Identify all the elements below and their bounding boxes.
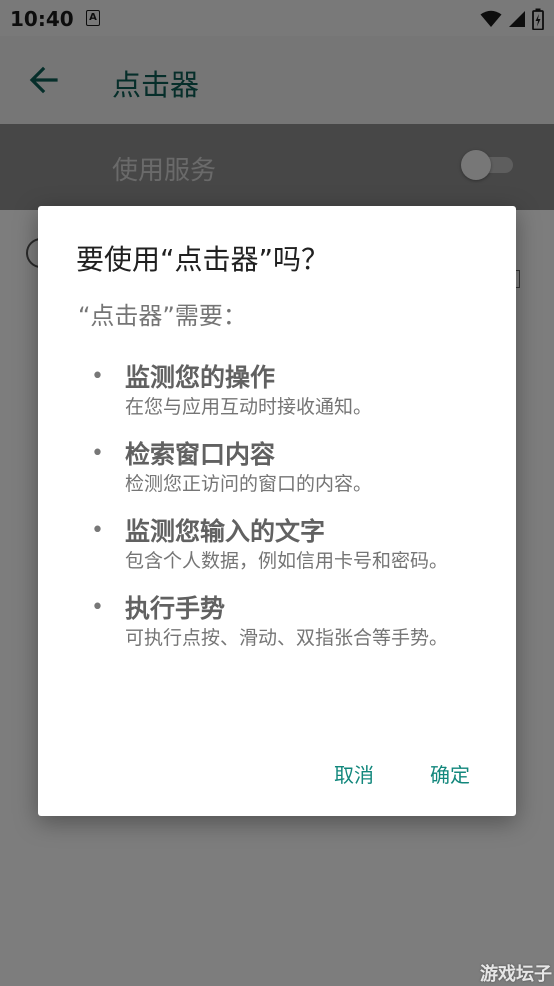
bullet-icon: • xyxy=(91,518,104,543)
permission-list: • 监测您的操作 在您与应用互动时接收通知。 • 检索窗口内容 检测您正访问的窗… xyxy=(38,362,516,670)
bullet-icon: • xyxy=(91,441,104,466)
permission-item: • 监测您输入的文字 包含个人数据，例如信用卡号和密码。 xyxy=(38,516,516,576)
permission-item: • 监测您的操作 在您与应用互动时接收通知。 xyxy=(38,362,516,422)
permission-item: • 执行手势 可执行点按、滑动、双指张合等手势。 xyxy=(38,593,516,653)
permission-description: 检测您正访问的窗口的内容。 xyxy=(125,473,373,495)
permission-description: 在您与应用互动时接收通知。 xyxy=(125,396,373,418)
permission-item: • 检索窗口内容 检测您正访问的窗口的内容。 xyxy=(38,439,516,499)
permission-title: 监测您输入的文字 xyxy=(125,517,326,546)
dialog-title: 要使用“点击器”吗？ xyxy=(76,243,330,276)
permission-title: 执行手势 xyxy=(125,594,226,623)
cancel-button[interactable]: 取消 xyxy=(334,759,374,788)
bullet-icon: • xyxy=(91,364,104,389)
bullet-icon: • xyxy=(91,595,104,620)
permission-description: 包含个人数据，例如信用卡号和密码。 xyxy=(125,550,449,572)
permission-dialog: 要使用“点击器”吗？ “点击器”需要： • 监测您的操作 在您与应用互动时接收通… xyxy=(38,206,516,816)
permission-title: 监测您的操作 xyxy=(125,363,276,392)
dialog-actions: 取消 确定 xyxy=(334,759,470,788)
watermark: 游戏坛子 xyxy=(480,964,552,985)
confirm-button[interactable]: 确定 xyxy=(430,759,470,788)
permission-description: 可执行点按、滑动、双指张合等手势。 xyxy=(125,627,449,649)
permission-title: 检索窗口内容 xyxy=(125,440,276,469)
dialog-subtitle: “点击器”需要： xyxy=(78,302,247,330)
